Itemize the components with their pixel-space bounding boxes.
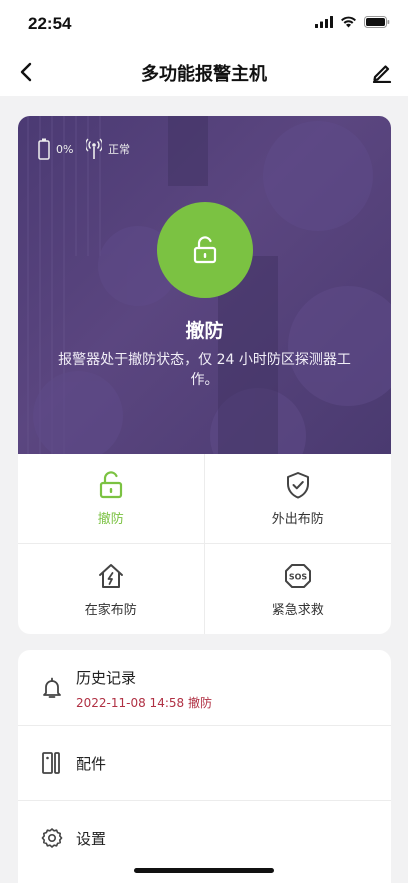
menu-list-card: 历史记录 2022-11-08 14:58 撤防 配件 设置 xyxy=(18,650,391,883)
shield-check-icon xyxy=(286,472,309,499)
battery-status: 0% xyxy=(38,138,73,160)
mode-label: 紧急求救 xyxy=(271,602,324,618)
edit-button[interactable] xyxy=(368,58,396,86)
mode-disarm-button[interactable]: 撤防 xyxy=(18,454,205,544)
status-icons xyxy=(315,16,390,28)
battery-icon xyxy=(364,16,390,28)
mode-label: 撤防 xyxy=(97,512,124,527)
home-indicator[interactable] xyxy=(134,868,274,873)
sos-icon: SOS xyxy=(284,563,311,588)
unlock-icon xyxy=(99,471,122,499)
history-label: 历史记录 xyxy=(76,669,137,687)
accessories-label: 配件 xyxy=(76,755,107,773)
bell-icon xyxy=(43,677,61,698)
mode-label: 在家布防 xyxy=(84,602,137,618)
arm-mode-grid: 撤防 外出布防 在家布防 SOS 紧急求救 xyxy=(18,454,391,634)
door-sensor-icon xyxy=(42,752,60,774)
device-state-title: 撤防 xyxy=(185,320,224,342)
settings-label: 设置 xyxy=(76,830,107,848)
battery-level: 0% xyxy=(56,142,74,156)
settings-row[interactable]: 设置 xyxy=(18,801,391,875)
gear-icon xyxy=(41,828,63,848)
signal-text: 正常 xyxy=(108,143,130,156)
accessories-row[interactable]: 配件 xyxy=(18,726,391,800)
mode-label: 外出布防 xyxy=(271,512,324,527)
cellular-signal-icon xyxy=(315,16,333,28)
antenna-signal-icon xyxy=(86,138,102,159)
nav-bar: 多功能报警主机 xyxy=(0,48,408,96)
wifi-icon xyxy=(341,16,356,28)
history-row[interactable]: 历史记录 2022-11-08 14:58 撤防 xyxy=(18,650,391,725)
svg-text:SOS: SOS xyxy=(289,572,308,581)
home-arm-icon xyxy=(98,563,123,588)
history-latest-record: 2022-11-08 14:58 撤防 xyxy=(76,696,212,710)
page-title: 多功能报警主机 xyxy=(141,64,267,85)
unlock-icon xyxy=(193,236,217,264)
device-state-description: 报警器处于撤防状态，仅 24 小时防区探测器工作。 xyxy=(58,352,351,388)
battery-outline-icon xyxy=(38,138,50,160)
signal-status: 正常 xyxy=(86,138,130,160)
status-bar: 22:54 xyxy=(0,0,408,48)
mode-away-arm-button[interactable]: 外出布防 xyxy=(204,454,391,544)
pencil-icon xyxy=(372,65,392,83)
device-status-card: 0% 正常 撤防 报警器处于撤防状态，仅 24 小时防区探测器工作。 撤防 外出… xyxy=(18,116,391,634)
status-time: 22:54 xyxy=(28,14,72,33)
mode-home-arm-button[interactable]: 在家布防 xyxy=(18,544,205,634)
mode-sos-button[interactable]: SOS 紧急求救 xyxy=(205,544,392,634)
disarmed-status-indicator xyxy=(157,202,253,298)
device-status-hero: 0% 正常 撤防 报警器处于撤防状态，仅 24 小时防区探测器工作。 xyxy=(18,116,391,454)
